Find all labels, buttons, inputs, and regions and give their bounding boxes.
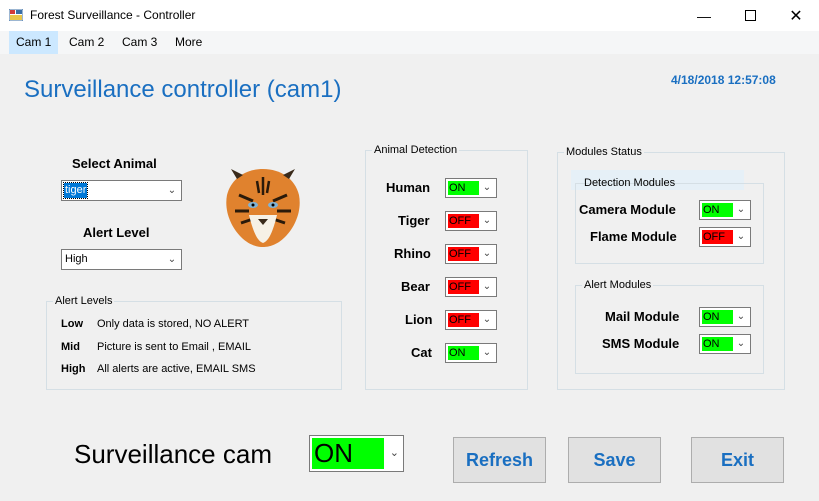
- detect-cat-label: Cat: [411, 345, 432, 360]
- surveillance-cam-select[interactable]: ON ⌄: [309, 435, 404, 472]
- legend-key-mid: Mid: [61, 341, 80, 353]
- minimize-icon: —: [697, 7, 711, 24]
- maximize-icon: [744, 10, 756, 21]
- legend-text-low: Only data is stored, NO ALERT: [97, 318, 250, 330]
- chevron-down-icon: ⌄: [736, 231, 746, 242]
- detect-lion-toggle[interactable]: OFF ⌄: [445, 310, 497, 330]
- maximize-button[interactable]: [727, 0, 773, 31]
- detect-rhino-state: OFF: [448, 247, 479, 261]
- detect-rhino-label: Rhino: [394, 246, 431, 261]
- legend-text-high: All alerts are active, EMAIL SMS: [97, 363, 256, 375]
- menu-more[interactable]: More: [168, 31, 209, 54]
- datetime-label: 4/18/2018 12:57:08: [671, 73, 776, 87]
- sms-module-toggle[interactable]: ON ⌄: [699, 334, 751, 354]
- menu-cam1[interactable]: Cam 1: [9, 31, 59, 54]
- animal-select-value: tiger: [62, 182, 89, 199]
- flame-module-label: Flame Module: [590, 229, 677, 244]
- close-icon: ✕: [789, 7, 803, 25]
- surveillance-cam-state: ON: [312, 438, 384, 469]
- detect-lion-label: Lion: [405, 312, 433, 327]
- detect-human-toggle[interactable]: ON ⌄: [445, 178, 497, 198]
- flame-module-state: OFF: [702, 230, 733, 244]
- page-title: Surveillance controller (cam1): [24, 76, 342, 103]
- app-icon: [9, 9, 23, 21]
- alert-modules-title: Alert Modules: [582, 279, 654, 291]
- legend-key-high: High: [61, 363, 86, 375]
- camera-module-toggle[interactable]: ON ⌄: [699, 200, 751, 220]
- animal-detection-title: Animal Detection: [372, 144, 460, 156]
- animal-select[interactable]: tiger ⌄: [61, 180, 182, 201]
- select-animal-label: Select Animal: [72, 156, 157, 171]
- chevron-down-icon: ⌄: [389, 447, 399, 459]
- detection-modules-title: Detection Modules: [584, 177, 676, 189]
- alert-levels-title: Alert Levels: [53, 295, 115, 307]
- detect-tiger-state: OFF: [448, 214, 479, 228]
- detect-cat-state: ON: [448, 346, 479, 360]
- chevron-down-icon: ⌄: [736, 338, 746, 349]
- detect-human-state: ON: [448, 181, 479, 195]
- minimize-button[interactable]: —: [681, 0, 727, 31]
- detect-tiger-label: Tiger: [398, 213, 430, 228]
- window-title: Forest Surveillance - Controller: [30, 8, 196, 22]
- chevron-down-icon: ⌄: [167, 254, 177, 265]
- detect-lion-state: OFF: [448, 313, 479, 327]
- chevron-down-icon: ⌄: [167, 185, 177, 196]
- camera-module-state: ON: [702, 203, 733, 217]
- refresh-button[interactable]: Refresh: [453, 437, 546, 483]
- menu-cam3[interactable]: Cam 3: [115, 31, 164, 54]
- close-button[interactable]: ✕: [773, 0, 819, 31]
- mail-module-label: Mail Module: [605, 309, 680, 324]
- camera-module-label: Camera Module: [579, 202, 676, 217]
- exit-button[interactable]: Exit: [691, 437, 784, 483]
- detect-human-label: Human: [386, 180, 431, 195]
- tiger-face-icon: [226, 169, 300, 247]
- chevron-down-icon: ⌄: [736, 204, 746, 215]
- detect-bear-toggle[interactable]: OFF ⌄: [445, 277, 497, 297]
- alert-level-label: Alert Level: [83, 225, 150, 240]
- alert-level-select[interactable]: High ⌄: [61, 249, 182, 270]
- chevron-down-icon: ⌄: [482, 182, 492, 193]
- chevron-down-icon: ⌄: [736, 311, 746, 322]
- legend-key-low: Low: [61, 318, 83, 330]
- flame-module-toggle[interactable]: OFF ⌄: [699, 227, 751, 247]
- sms-module-label: SMS Module: [602, 336, 680, 351]
- chevron-down-icon: ⌄: [482, 248, 492, 259]
- legend-text-mid: Picture is sent to Email , EMAIL: [97, 341, 252, 353]
- detect-tiger-toggle[interactable]: OFF ⌄: [445, 211, 497, 231]
- detect-bear-state: OFF: [448, 280, 479, 294]
- sms-module-state: ON: [702, 337, 733, 351]
- chevron-down-icon: ⌄: [482, 215, 492, 226]
- menu-cam2[interactable]: Cam 2: [62, 31, 111, 54]
- mail-module-state: ON: [702, 310, 733, 324]
- mail-module-toggle[interactable]: ON ⌄: [699, 307, 751, 327]
- modules-status-title: Modules Status: [564, 146, 644, 158]
- detect-bear-label: Bear: [401, 279, 430, 294]
- chevron-down-icon: ⌄: [482, 281, 492, 292]
- alert-modules-group: Alert Modules: [575, 279, 764, 374]
- alert-level-value: High: [65, 253, 88, 265]
- chevron-down-icon: ⌄: [482, 314, 492, 325]
- detect-rhino-toggle[interactable]: OFF ⌄: [445, 244, 497, 264]
- surveillance-cam-label: Surveillance cam: [74, 439, 272, 469]
- detect-cat-toggle[interactable]: ON ⌄: [445, 343, 497, 363]
- save-button[interactable]: Save: [568, 437, 661, 483]
- chevron-down-icon: ⌄: [482, 347, 492, 358]
- detection-modules-group: Detection Modules: [575, 177, 764, 264]
